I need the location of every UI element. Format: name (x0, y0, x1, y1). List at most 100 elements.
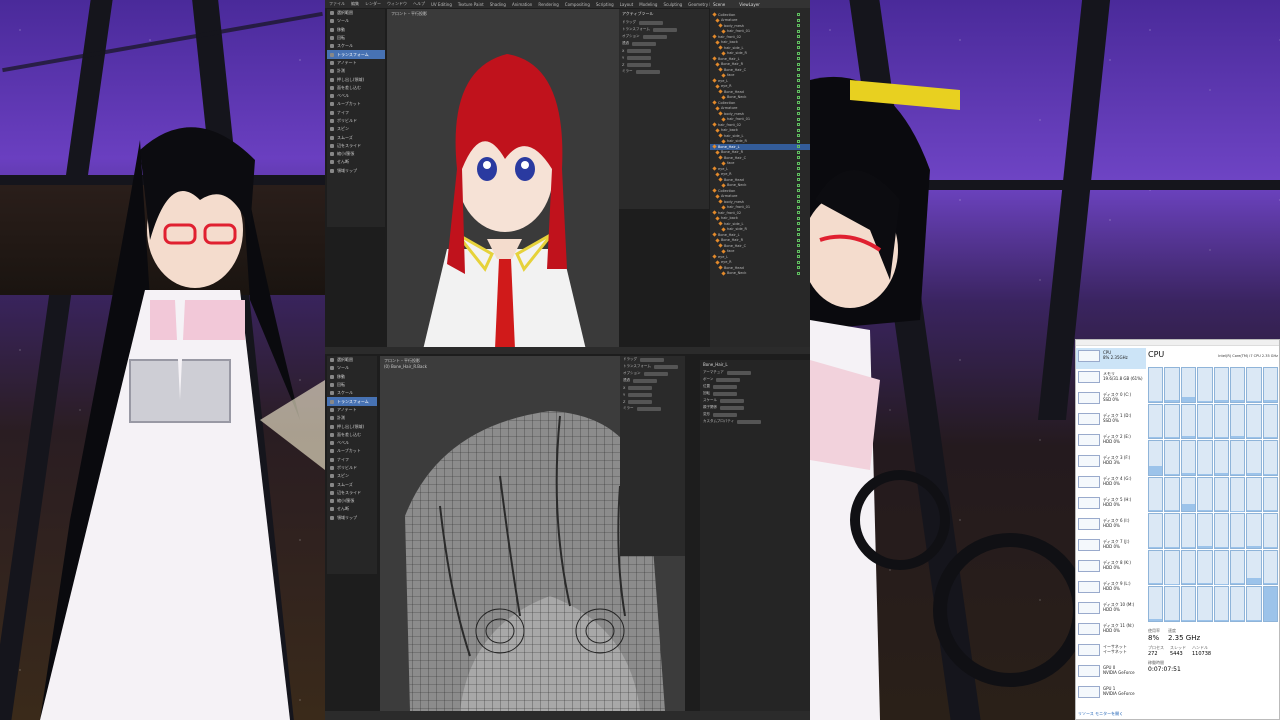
tool-item[interactable]: トランスフォーム (327, 50, 385, 59)
tab-animation[interactable]: Animation (512, 2, 532, 7)
property-row[interactable]: トランスフォーム (619, 26, 709, 33)
property-field[interactable] (628, 399, 653, 404)
property-field[interactable] (639, 20, 663, 25)
property-row[interactable]: 位置 (700, 383, 810, 390)
visibility-icon[interactable] (797, 117, 800, 121)
tool-item[interactable]: ポリビルド (327, 117, 385, 125)
tm-side-item[interactable]: ディスク 2 (E:) HDD 0% (1076, 432, 1146, 453)
tm-side-item[interactable]: ディスク 3 (F:) HDD 3% (1076, 453, 1146, 474)
property-field[interactable] (713, 384, 737, 389)
tool-item[interactable]: せん断 (327, 158, 385, 166)
visibility-icon[interactable] (797, 95, 800, 99)
property-row[interactable]: Y (619, 54, 709, 61)
tool-item[interactable]: 選択範囲 (327, 9, 385, 17)
tm-side-item[interactable]: ディスク 11 (N:) HDD 0% (1076, 621, 1146, 642)
tool-item[interactable]: スムーズ (327, 133, 385, 141)
visibility-icon[interactable] (797, 84, 800, 88)
visibility-icon[interactable] (797, 172, 800, 176)
visibility-icon[interactable] (797, 200, 800, 204)
property-row[interactable]: ドラッグ (619, 19, 709, 26)
tool-item[interactable]: 移動 (327, 373, 377, 381)
property-field[interactable] (627, 62, 652, 67)
tm-side-item[interactable]: ディスク 5 (H:) HDD 0% (1076, 495, 1146, 516)
menu-help[interactable]: ヘルプ (413, 1, 425, 7)
property-field[interactable] (635, 69, 660, 74)
menu-file[interactable]: ファイル (329, 1, 345, 7)
tool-item[interactable]: 縮小/膨張 (327, 150, 385, 158)
property-row[interactable]: ミラー (620, 405, 685, 412)
tm-side-item[interactable]: メモリ 19.6/31.8 GB (61%) (1076, 369, 1146, 390)
property-field[interactable] (633, 378, 657, 383)
tm-side-item[interactable]: ディスク 1 (D:) SSD 0% (1076, 411, 1146, 432)
tab-modeling[interactable]: Modeling (639, 2, 657, 7)
property-row[interactable]: ミラー (619, 68, 709, 75)
property-row[interactable]: トランスフォーム (620, 363, 685, 370)
visibility-icon[interactable] (797, 106, 800, 110)
visibility-icon[interactable] (797, 189, 800, 193)
scene-label[interactable]: Scene (713, 2, 725, 7)
tool-item[interactable]: 計測 (327, 414, 377, 422)
tool-item[interactable]: 面を差し込む (327, 84, 385, 92)
tool-item[interactable]: スムーズ (327, 480, 377, 488)
tm-side-item[interactable]: ディスク 4 (G:) HDD 0% (1076, 474, 1146, 495)
tool-item[interactable]: 辺をスライド (327, 142, 385, 150)
property-field[interactable] (640, 357, 664, 362)
visibility-icon[interactable] (797, 46, 800, 50)
visibility-icon[interactable] (797, 244, 800, 248)
visibility-icon[interactable] (797, 178, 800, 182)
visibility-icon[interactable] (797, 13, 800, 17)
tab-shading[interactable]: Shading (490, 2, 506, 7)
tool-item[interactable]: 押し出し(領域) (327, 75, 385, 83)
menu-edit[interactable]: 編集 (351, 1, 359, 7)
tool-item[interactable]: 縮小/膨張 (327, 497, 377, 505)
viewport-top-render[interactable]: フロント・平行投影 (387, 9, 619, 354)
resource-monitor-link[interactable]: リソース モニターを開く (1078, 711, 1123, 717)
visibility-icon[interactable] (797, 145, 800, 149)
tm-side-item[interactable]: ディスク 10 (M:) HDD 0% (1076, 600, 1146, 621)
tool-item[interactable]: 辺をスライド (327, 489, 377, 497)
tool-item[interactable]: ナイフ (327, 109, 385, 117)
property-row[interactable]: 回転 (700, 390, 810, 397)
visibility-icon[interactable] (797, 101, 800, 105)
visibility-icon[interactable] (797, 205, 800, 209)
visibility-icon[interactable] (797, 134, 800, 138)
tab-sculpting[interactable]: Sculpting (663, 2, 682, 7)
visibility-icon[interactable] (797, 123, 800, 127)
visibility-icon[interactable] (797, 62, 800, 66)
property-field[interactable] (720, 398, 744, 403)
property-row[interactable]: オプション (619, 33, 709, 40)
property-field[interactable] (628, 392, 653, 397)
property-row[interactable]: 透過 (619, 40, 709, 47)
property-field[interactable] (643, 371, 668, 376)
visibility-icon[interactable] (797, 29, 800, 33)
property-row[interactable]: ドラッグ (620, 356, 685, 363)
visibility-icon[interactable] (797, 128, 800, 132)
property-row[interactable]: アーマチュア (700, 369, 810, 376)
view-layer-label[interactable]: ViewLayer (739, 2, 760, 7)
visibility-icon[interactable] (797, 260, 800, 264)
property-row[interactable]: 透過 (620, 377, 685, 384)
tab-uv-editing[interactable]: UV Editing (431, 2, 452, 7)
tool-item[interactable]: 領域リップ (327, 514, 377, 522)
tm-side-item[interactable]: ディスク 9 (L:) HDD 0% (1076, 579, 1146, 600)
tool-item[interactable]: スピン (327, 472, 377, 480)
tab-compositing[interactable]: Compositing (565, 2, 590, 7)
property-field[interactable] (628, 385, 653, 390)
tool-item[interactable]: 選択範囲 (327, 356, 377, 364)
property-row[interactable]: ボーン (700, 376, 810, 383)
visibility-icon[interactable] (797, 24, 800, 28)
menu-window[interactable]: ウィンドウ (387, 1, 407, 7)
visibility-icon[interactable] (797, 79, 800, 83)
tool-item[interactable]: トランスフォーム (327, 397, 377, 406)
property-field[interactable] (636, 406, 661, 411)
tool-item[interactable]: スケール (327, 42, 385, 50)
tool-item[interactable]: ループカット (327, 447, 377, 455)
property-field[interactable] (627, 55, 652, 60)
visibility-icon[interactable] (797, 194, 800, 198)
visibility-icon[interactable] (797, 227, 800, 231)
tm-side-item[interactable]: ディスク 0 (C:) SSD 0% (1076, 390, 1146, 411)
property-row[interactable]: Z (619, 61, 709, 68)
property-row[interactable]: Z (620, 398, 685, 405)
visibility-icon[interactable] (797, 68, 800, 72)
tool-item[interactable]: 領域リップ (327, 167, 385, 175)
